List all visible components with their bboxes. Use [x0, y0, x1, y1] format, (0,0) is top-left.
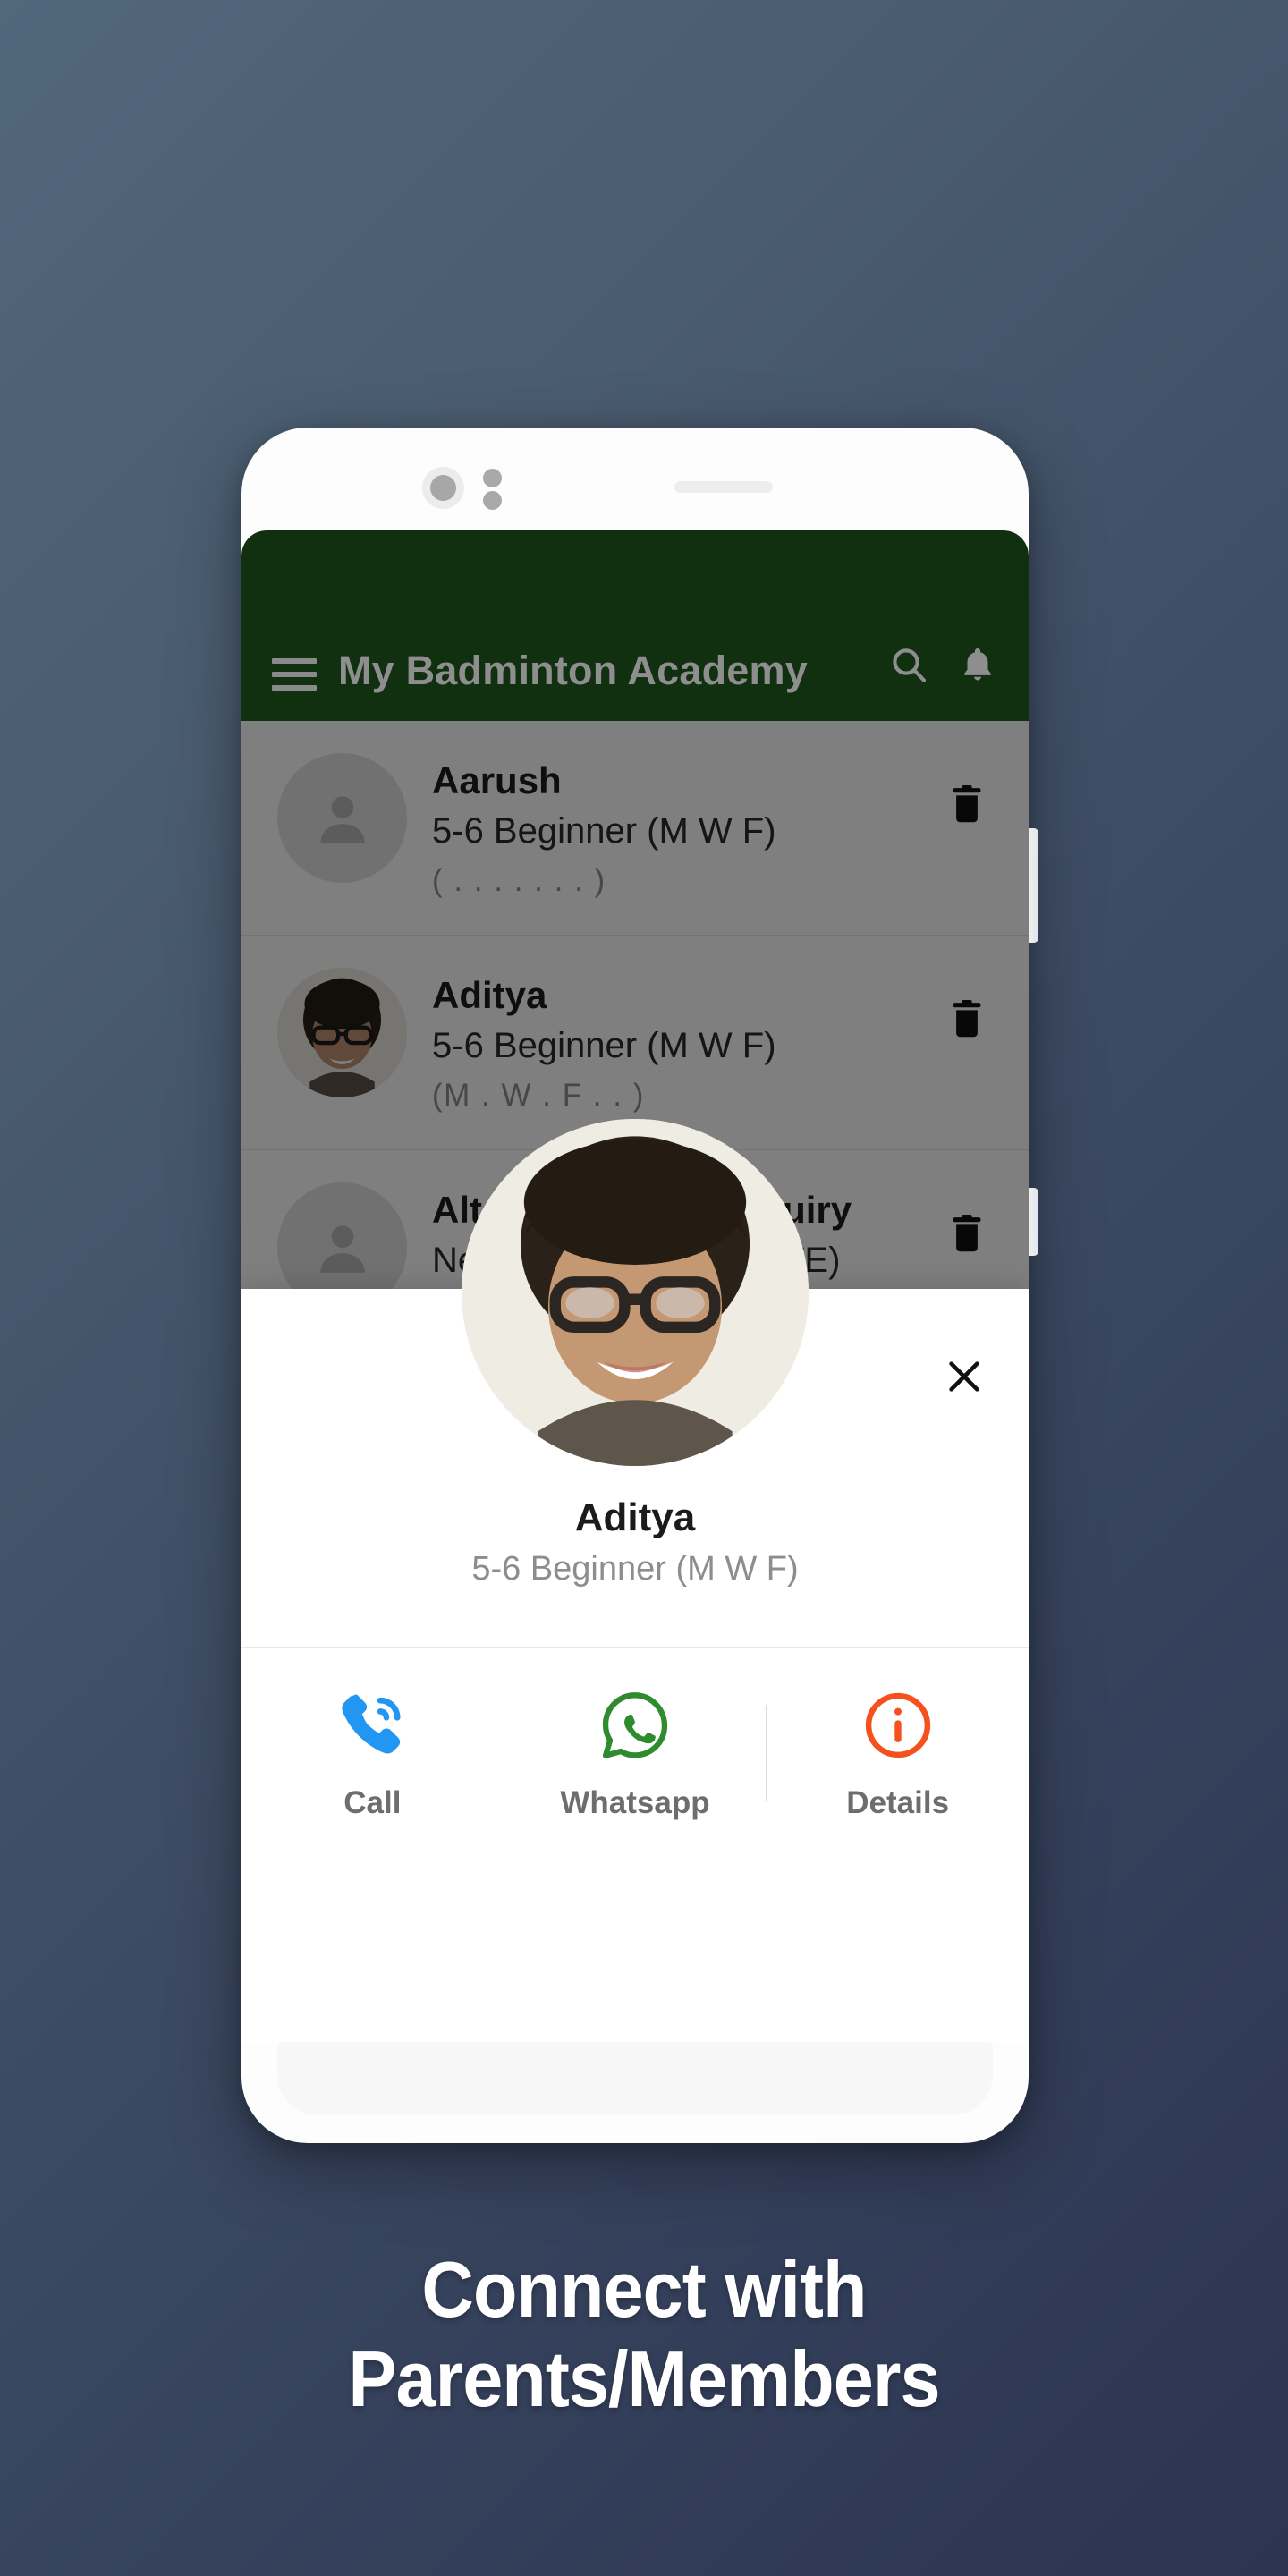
list-item[interactable]: Aarush 5-6 Beginner (M W F) ( . . . . . …: [242, 721, 1029, 936]
call-button[interactable]: Call: [242, 1648, 504, 1858]
whatsapp-icon: [597, 1685, 674, 1766]
details-button[interactable]: Details: [767, 1648, 1029, 1858]
promo-caption: Connect with Parents/Members: [52, 2245, 1237, 2425]
phone-screen: My Badminton Academy Aarush 5-6 Beginner…: [242, 530, 1029, 2042]
search-icon[interactable]: [887, 643, 930, 691]
list-item-days: (M . W . F . . ): [432, 1078, 645, 1114]
avatar: [277, 753, 407, 883]
list-item-batch: 5-6 Beginner (M W F): [432, 1025, 776, 1065]
hamburger-menu-icon[interactable]: [272, 658, 317, 691]
trash-icon[interactable]: [945, 995, 993, 1047]
trash-icon[interactable]: [945, 1209, 993, 1262]
member-photo: [277, 968, 407, 1097]
contact-bottom-sheet: Aditya 5-6 Beginner (M W F) Call Whatsap…: [242, 1119, 1029, 2042]
person-placeholder-icon: [319, 795, 365, 843]
phone-mockup: My Badminton Academy Aarush 5-6 Beginner…: [242, 428, 1038, 2143]
nav-pad: [277, 2042, 993, 2115]
earpiece-speaker: [674, 481, 773, 493]
contact-action-row: Call Whatsapp Details: [242, 1648, 1029, 1858]
contact-batch: 5-6 Beginner (M W F): [471, 1550, 799, 1588]
list-item[interactable]: Aditya 5-6 Beginner (M W F) (M . W . F .…: [242, 936, 1029, 1150]
app-bar: My Badminton Academy: [242, 530, 1029, 721]
sensor-dots-icon: [479, 469, 504, 510]
bell-icon[interactable]: [957, 643, 998, 691]
close-icon[interactable]: [939, 1352, 989, 1402]
list-item-text: Aditya 5-6 Beginner (M W F) (M . W . F .…: [432, 968, 945, 1116]
phone-bottom-bezel: [242, 2042, 1029, 2143]
list-item-name: Aditya: [432, 974, 547, 1016]
list-item-name: Aarush: [432, 759, 562, 801]
phone-top-bezel: [242, 428, 1029, 530]
person-placeholder-icon: [319, 1224, 365, 1273]
whatsapp-button[interactable]: Whatsapp: [504, 1648, 767, 1858]
whatsapp-label: Whatsapp: [560, 1784, 710, 1820]
front-camera-icon: [422, 467, 464, 509]
phone-icon: [335, 1685, 410, 1766]
list-item-days: ( . . . . . . . ): [432, 863, 606, 899]
caption-line-1: Connect with: [421, 2245, 867, 2334]
info-circle-icon: [860, 1685, 936, 1766]
contact-avatar: [462, 1119, 809, 1466]
list-item-batch: 5-6 Beginner (M W F): [432, 810, 776, 851]
call-label: Call: [343, 1784, 402, 1820]
app-title: My Badminton Academy: [338, 648, 808, 693]
caption-line-2: Parents/Members: [348, 2334, 940, 2424]
list-item-text: Aarush 5-6 Beginner (M W F) ( . . . . . …: [432, 753, 945, 902]
details-label: Details: [846, 1784, 950, 1820]
contact-name: Aditya: [574, 1496, 696, 1539]
avatar: [277, 968, 407, 1097]
trash-icon[interactable]: [945, 780, 993, 833]
